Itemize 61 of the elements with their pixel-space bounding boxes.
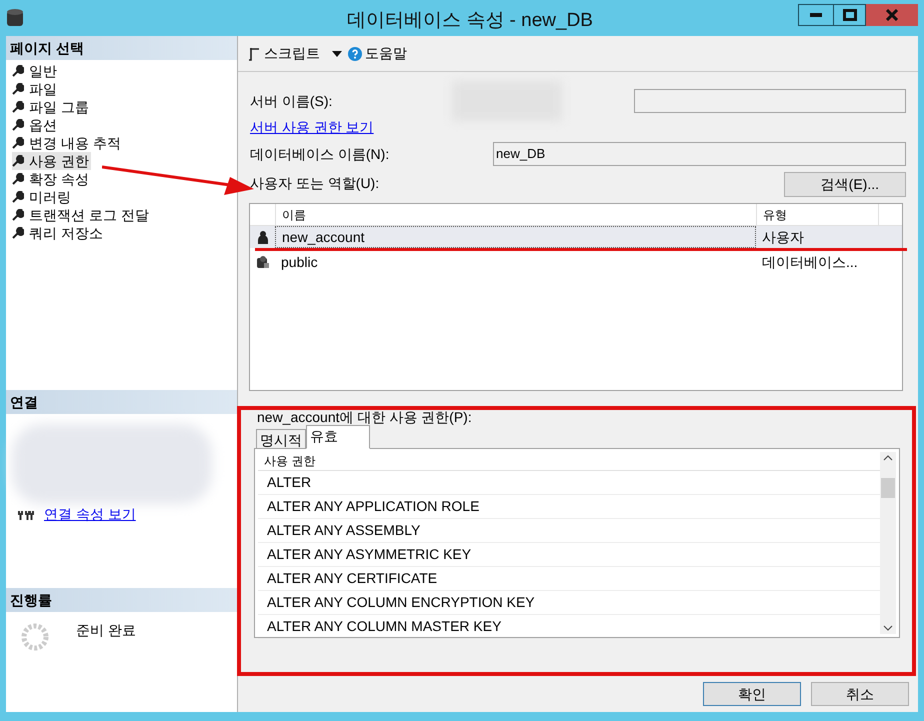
- permissions-label: new_account에 대한 사용 권한(P):: [257, 408, 473, 425]
- permission-row[interactable]: ALTER ANY APPLICATION ROLE: [258, 495, 880, 519]
- column-header[interactable]: 이름: [275, 204, 756, 225]
- permission-row[interactable]: ALTER: [258, 471, 880, 495]
- permission-row[interactable]: ALTER ANY COLUMN ENCRYPTION KEY: [258, 591, 880, 615]
- page-item[interactable]: 사용 권한: [12, 152, 91, 170]
- database-icon: [6, 8, 24, 28]
- minimize-button[interactable]: [798, 4, 834, 26]
- panel-header: 진행률: [6, 588, 237, 612]
- page-item[interactable]: 쿼리 저장소: [12, 224, 105, 242]
- server-name-field[interactable]: [634, 89, 906, 113]
- page-item[interactable]: 미러링: [12, 188, 73, 206]
- tab[interactable]: 명시적: [256, 429, 306, 449]
- permission-row[interactable]: ALTER ANY COLUMN MASTER KEY: [258, 615, 880, 639]
- minimize-icon: [810, 13, 822, 17]
- column-header[interactable]: 사용 권한: [258, 452, 880, 471]
- page-item[interactable]: 트랜잭션 로그 전달: [12, 206, 151, 224]
- field-label: 데이터베이스 이름(N):: [250, 144, 390, 164]
- maximize-icon: [842, 9, 856, 21]
- field-label: 서버 이름(S):: [250, 92, 332, 111]
- scroll-up-icon: [883, 455, 893, 461]
- close-button[interactable]: [866, 4, 918, 26]
- permission-row[interactable]: ALTER ANY ASSEMBLY: [258, 519, 880, 543]
- table-cell-text: 사용자: [761, 228, 805, 246]
- user-row[interactable]: new_account 사용자: [250, 226, 902, 248]
- connection-link[interactable]: 연결 속성 보기: [44, 504, 136, 525]
- scroll-thumb[interactable]: [881, 478, 895, 498]
- server-permissions-link[interactable]: 서버 사용 권한 보기: [250, 116, 374, 138]
- panel-header: 페이지 선택: [6, 36, 237, 60]
- search-button[interactable]: 검색(E)...: [784, 172, 906, 197]
- field-label: 사용자 또는 역할(U):: [250, 174, 380, 193]
- table-cell-text: 데이터베이스...: [761, 252, 859, 272]
- page-item[interactable]: 파일 그룹: [12, 98, 91, 116]
- ok-button[interactable]: 확인: [703, 682, 801, 706]
- user-icon: [256, 230, 268, 244]
- page-item[interactable]: 변경 내용 추적: [12, 134, 123, 152]
- progress-status: 준비 완료: [76, 621, 136, 640]
- page-item[interactable]: 파일: [12, 80, 59, 98]
- page-item[interactable]: 일반: [12, 62, 59, 80]
- help-button[interactable]: 도움말: [348, 43, 407, 64]
- cancel-button[interactable]: 취소: [811, 682, 909, 706]
- user-row[interactable]: public 데이터베이스...: [250, 251, 902, 273]
- close-icon: [886, 9, 898, 21]
- maximize-button[interactable]: [834, 4, 866, 26]
- scrollbar[interactable]: [880, 452, 896, 634]
- page-item[interactable]: 확장 속성: [12, 170, 91, 188]
- script-button[interactable]: 스크립트: [248, 43, 320, 64]
- permission-row[interactable]: ALTER ANY ASYMMETRIC KEY: [258, 543, 880, 567]
- spinner-icon: [20, 622, 50, 652]
- column-header[interactable]: 유형: [756, 204, 878, 225]
- tab[interactable]: 유효: [306, 425, 370, 449]
- scroll-down-icon: [883, 625, 893, 631]
- table-cell-text: public: [280, 252, 319, 272]
- permission-row[interactable]: ALTER ANY CERTIFICATE: [258, 567, 880, 591]
- help-icon: [348, 46, 362, 60]
- role-icon: [256, 255, 270, 269]
- panel-header: 연결: [6, 390, 237, 414]
- dropdown-caret-icon[interactable]: [332, 50, 342, 56]
- page-item[interactable]: 옵션: [12, 116, 59, 134]
- database-name-field[interactable]: new_DB: [493, 142, 906, 166]
- window-title: 데이터베이스 속성 - new_DB: [346, 9, 594, 33]
